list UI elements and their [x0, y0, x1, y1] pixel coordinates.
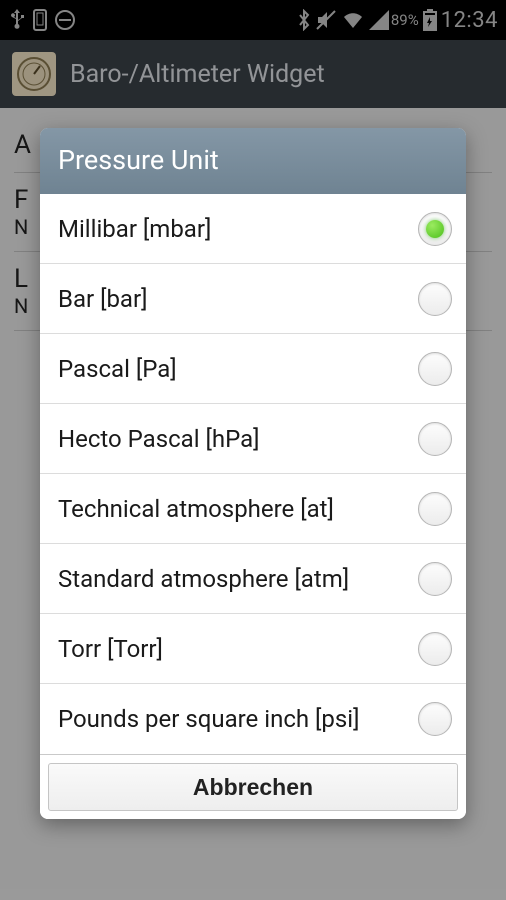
option-pascal[interactable]: Pascal [Pa]: [40, 334, 466, 404]
option-hectopascal[interactable]: Hecto Pascal [hPa]: [40, 404, 466, 474]
radio-icon: [418, 422, 452, 456]
radio-icon: [418, 632, 452, 666]
option-label: Torr [Torr]: [58, 635, 163, 663]
pressure-unit-dialog: Pressure Unit Millibar [mbar] Bar [bar] …: [40, 128, 466, 819]
radio-icon: [418, 702, 452, 736]
option-bar[interactable]: Bar [bar]: [40, 264, 466, 334]
radio-icon: [418, 352, 452, 386]
option-label: Bar [bar]: [58, 285, 147, 313]
option-label: Pounds per square inch [psi]: [58, 705, 359, 733]
option-label: Technical atmosphere [at]: [58, 495, 334, 523]
radio-icon: [418, 492, 452, 526]
option-label: Standard atmosphere [atm]: [58, 565, 349, 593]
option-technical-atmosphere[interactable]: Technical atmosphere [at]: [40, 474, 466, 544]
radio-icon: [418, 562, 452, 596]
option-millibar[interactable]: Millibar [mbar]: [40, 194, 466, 264]
radio-icon: [418, 212, 452, 246]
radio-icon: [418, 282, 452, 316]
option-standard-atmosphere[interactable]: Standard atmosphere [atm]: [40, 544, 466, 614]
option-torr[interactable]: Torr [Torr]: [40, 614, 466, 684]
option-label: Pascal [Pa]: [58, 355, 177, 383]
option-label: Hecto Pascal [hPa]: [58, 425, 260, 453]
dialog-footer: Abbrechen: [40, 754, 466, 819]
dialog-title: Pressure Unit: [40, 128, 466, 194]
option-label: Millibar [mbar]: [58, 215, 211, 243]
option-psi[interactable]: Pounds per square inch [psi]: [40, 684, 466, 754]
dialog-options-list: Millibar [mbar] Bar [bar] Pascal [Pa] He…: [40, 194, 466, 754]
cancel-button[interactable]: Abbrechen: [48, 763, 458, 811]
